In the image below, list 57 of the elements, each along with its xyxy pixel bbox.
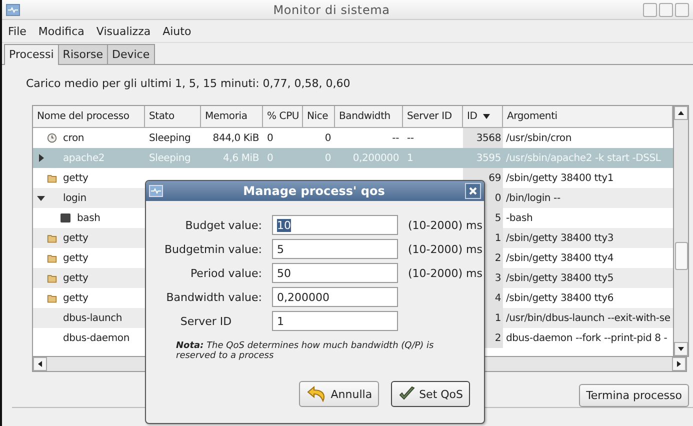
unit-label: (10-2000) ms (408, 266, 484, 280)
field-label: Budget value: (184, 218, 262, 232)
unit-label: (10-2000) ms (408, 218, 484, 232)
field-label: Server ID (179, 314, 233, 328)
table-cell: /usr/sbin/cron (506, 132, 572, 144)
table-cell: /bin/login -- (506, 192, 560, 204)
table-cell: /sbin/getty 38400 tty1 (506, 172, 614, 184)
process-name: login (63, 192, 86, 204)
process-name: dbus-launch (63, 312, 122, 324)
process-name: getty (63, 172, 88, 184)
table-cell: 1 (494, 312, 501, 324)
table-cell: 0,200000 (352, 152, 399, 164)
process-name: getty (63, 252, 88, 264)
table-cell: 3 (494, 272, 501, 284)
table-cell: /sbin/getty 38400 tty5 (506, 272, 614, 284)
table-cell: 1 (407, 152, 414, 164)
table-cell: -- (392, 132, 399, 144)
process-name: apache2 (63, 152, 105, 164)
table-cell: Sleeping (149, 132, 191, 144)
field-label: Budgetmin value: (163, 242, 262, 256)
unit-label: (10-2000) ms (408, 242, 484, 256)
table-cell: 5 (494, 212, 501, 224)
table-cell: /sbin/getty 38400 tty4 (506, 252, 614, 264)
process-name: cron (63, 132, 84, 144)
table-cell: -bash (506, 212, 533, 224)
table-cell: Sleeping (149, 152, 191, 164)
table-cell: 69 (488, 172, 501, 184)
load-average-label: Carico medio per gli ultimi 1, 5, 15 minuti: 0,77, 0,58, 0,60 (25, 77, 352, 92)
table-cell: /usr/sbin/apache2 -k start -DSSL (506, 152, 661, 164)
table-cell: /usr/bin/dbus-launch --exit-with-se (506, 312, 670, 324)
table-cell: 0 (324, 132, 331, 144)
table-cell: /sbin/getty 38400 tty3 (506, 232, 614, 244)
table-cell: 2 (494, 252, 501, 264)
table-cell: /sbin/getty 38400 tty6 (506, 292, 614, 304)
dialog-title: Manage process' qos (242, 184, 386, 198)
process-name: dbus-daemon (63, 332, 130, 344)
table-cell: 4 (494, 292, 501, 304)
process-name: getty (63, 272, 88, 284)
table-cell: dbus-daemon --fork --print-pid 8 - (506, 332, 668, 344)
table-cell: -- (407, 132, 414, 144)
table-cell: 844,0 KiB (212, 132, 259, 144)
note-text: Nota: The QoS determines how much bandwidth (Q/P) is reserved to a process (175, 340, 435, 361)
process-name: getty (63, 232, 88, 244)
process-name: bash (77, 212, 100, 224)
table-cell: 0 (267, 152, 274, 164)
table-cell: 3568 (476, 132, 501, 144)
table-cell: 2 (494, 332, 501, 344)
window-title: Monitor di sistema (272, 2, 391, 17)
field-label: Bandwidth value: (165, 290, 262, 304)
table-cell: 0 (267, 132, 274, 144)
field-label: Period value: (189, 266, 262, 280)
table-cell: 0 (324, 152, 331, 164)
table-cell: 3595 (476, 152, 501, 164)
table-cell: 1 (494, 232, 501, 244)
process-name: getty (63, 292, 88, 304)
table-cell: 4,6 MiB (223, 152, 259, 164)
table-cell: 0 (494, 192, 501, 204)
